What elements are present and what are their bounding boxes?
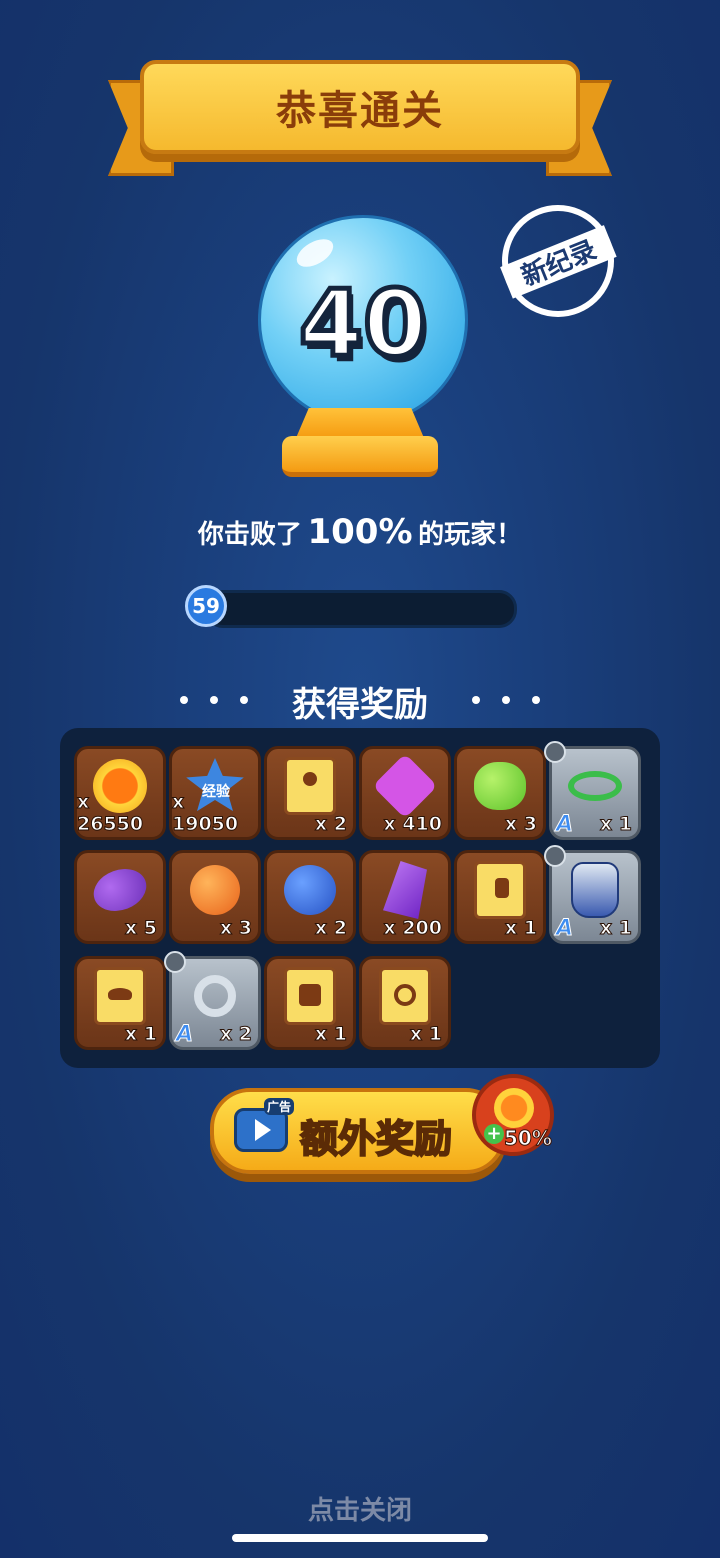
reward-item[interactable]: A x 1 [544, 845, 641, 944]
grapes-icon [284, 864, 336, 915]
reward-item[interactable]: x 1 [264, 956, 356, 1050]
crystal-ball: 40 [258, 215, 468, 425]
equipment-badge-icon [164, 951, 186, 973]
equipment-badge-icon [544, 741, 566, 763]
reward-qty: x 1 [124, 1023, 157, 1046]
weapon-scroll-icon [284, 756, 336, 815]
pedestal-top [296, 408, 424, 438]
banner-plate: 恭喜通关 [140, 60, 580, 154]
reward-qty: x 2 [314, 917, 347, 940]
reward-item[interactable]: x 3 [169, 850, 261, 944]
shirt-scroll-icon [284, 966, 336, 1025]
ball-pedestal [282, 408, 438, 477]
grade-label: A [175, 1022, 194, 1048]
purple-gem-icon [372, 753, 438, 819]
equipment-badge-icon [544, 845, 566, 867]
ring-icon [194, 974, 236, 1017]
reward-qty: x 410 [383, 813, 443, 836]
reward-item[interactable]: x 1 [359, 956, 451, 1050]
decor-dot [472, 696, 480, 704]
purple-crystal-icon [383, 860, 427, 919]
reward-item[interactable]: x 200 [359, 850, 451, 944]
progress-track [205, 590, 517, 628]
rewards-title: 获得奖励 [292, 685, 428, 725]
reward-item[interactable]: x 26550 [74, 746, 166, 840]
reward-qty: x 1 [314, 1023, 347, 1046]
glove-scroll-icon [474, 860, 526, 919]
reward-item[interactable]: A x 1 [544, 741, 641, 840]
grade-label: A [555, 812, 574, 838]
hat-scroll-icon [94, 966, 146, 1025]
score-value: 40 [296, 268, 429, 380]
coin-icon [494, 1088, 534, 1128]
reward-qty: x 5 [124, 917, 157, 940]
decor-dot [502, 696, 510, 704]
reward-qty: x 3 [504, 813, 537, 836]
reward-qty: x 200 [383, 917, 443, 940]
reward-item[interactable]: x 410 [359, 746, 451, 840]
orange-fruit-icon [190, 864, 240, 915]
reward-item[interactable]: x 1 [454, 850, 546, 944]
reward-item[interactable]: x 2 [264, 850, 356, 944]
page-title: 恭喜通关 [276, 88, 444, 134]
reward-item[interactable]: x 1 [74, 956, 166, 1050]
eggplant-icon [87, 861, 153, 918]
extra-reward-label: 额外奖励 [299, 1116, 453, 1162]
reward-qty: x 1 [409, 1023, 442, 1046]
level-progress: 59 [185, 585, 517, 628]
reward-item[interactable]: A x 2 [164, 951, 261, 1050]
armor-icon [571, 861, 619, 918]
reward-item[interactable]: x 3 [454, 746, 546, 840]
green-fruit-icon [474, 761, 526, 810]
laurel-wreath-icon [568, 770, 622, 801]
title-banner: 恭喜通关 [108, 60, 612, 178]
level-badge: 59 [185, 585, 227, 627]
reward-qty: x 26550 [77, 791, 144, 836]
bonus-percent: 50% [504, 1126, 553, 1151]
defeat-prefix: 你击败了 [197, 520, 302, 550]
ad-tag: 广告 [264, 1098, 295, 1115]
reward-qty: x 1 [599, 917, 632, 940]
close-hint[interactable]: 点击关闭 [0, 1490, 720, 1527]
reward-qty: x 3 [219, 917, 252, 940]
defeat-suffix: 的玩家！ [418, 520, 523, 550]
reward-qty: x 1 [504, 917, 537, 940]
defeat-message: 你击败了 100% 的玩家！ [0, 512, 720, 552]
reward-item[interactable]: x 2 [264, 746, 356, 840]
ring-scroll-icon [379, 966, 431, 1025]
reward-qty: x 2 [219, 1023, 252, 1046]
reward-qty: x 2 [314, 813, 347, 836]
reward-item[interactable]: x 5 [74, 850, 166, 944]
play-icon [255, 1119, 271, 1141]
grade-label: A [555, 916, 574, 942]
plus-icon: + [484, 1124, 504, 1144]
rewards-panel: x 26550 经验 x 19050 x 2 x 410 x 3 A x 1 x… [60, 728, 660, 1068]
new-record-stamp: 新纪录 [485, 188, 631, 334]
decor-dot [532, 696, 540, 704]
defeat-percent: 100% [307, 512, 413, 552]
new-record-label: 新纪录 [517, 235, 601, 293]
reward-qty: x 1 [599, 813, 632, 836]
pedestal-base [282, 436, 438, 477]
ball-shine [292, 233, 338, 273]
bonus-badge: + 50% [472, 1074, 554, 1156]
extra-reward-button[interactable]: 广告 额外奖励 [210, 1088, 506, 1174]
home-indicator[interactable] [232, 1534, 488, 1542]
reward-qty: x 19050 [172, 791, 239, 836]
reward-item[interactable]: 经验 x 19050 [169, 746, 261, 840]
